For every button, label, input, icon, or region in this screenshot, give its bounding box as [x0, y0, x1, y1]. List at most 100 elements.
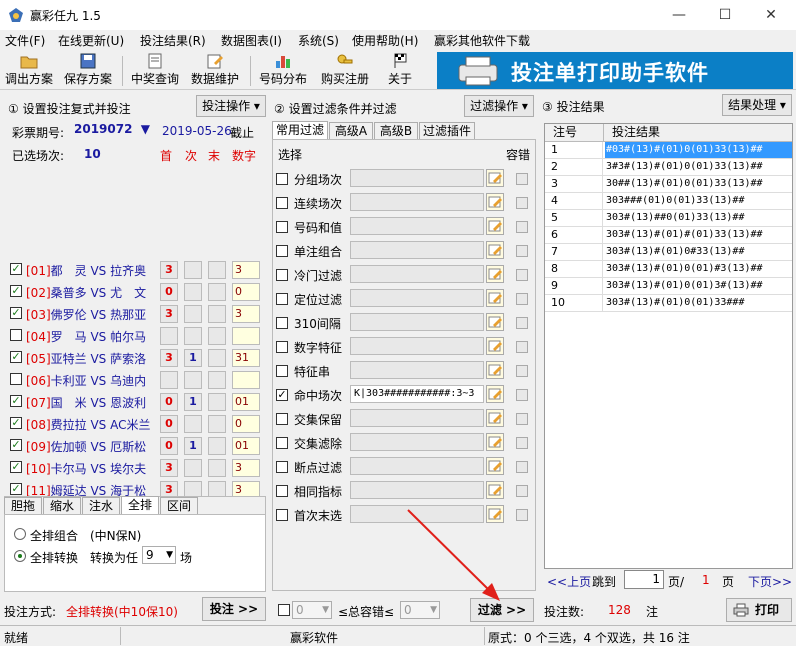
- second-choice-cell[interactable]: 1: [184, 393, 202, 411]
- tolerance-min-select[interactable]: 0 ▼: [292, 601, 332, 619]
- match-number-input[interactable]: 3: [232, 261, 260, 279]
- match-number-input[interactable]: 0: [232, 415, 260, 433]
- match-checkbox[interactable]: ✓: [10, 351, 22, 363]
- filter-edit-button[interactable]: [486, 217, 504, 235]
- filter-tolerance-checkbox[interactable]: [516, 389, 528, 401]
- filter-checkbox[interactable]: [276, 221, 288, 233]
- match-number-input[interactable]: 0: [232, 283, 260, 301]
- match-checkbox[interactable]: [10, 329, 22, 341]
- first-choice-cell[interactable]: 0: [160, 393, 178, 411]
- filter-checkbox[interactable]: [276, 341, 288, 353]
- tab-common-filter[interactable]: 常用过滤: [272, 121, 328, 140]
- filter-condition-field[interactable]: [350, 337, 484, 355]
- load-scheme-button[interactable]: 调出方案: [3, 52, 55, 88]
- first-choice-cell[interactable]: [160, 327, 178, 345]
- print-assistant-banner[interactable]: 投注单打印助手软件: [437, 52, 793, 89]
- filter-edit-button[interactable]: [486, 265, 504, 283]
- last-choice-cell[interactable]: [208, 415, 226, 433]
- result-row[interactable]: 3 30##(13)#(01)0(01)33(13)##: [545, 176, 792, 193]
- bet-button[interactable]: 投注 >>: [202, 597, 266, 621]
- match-checkbox[interactable]: ✓: [10, 417, 22, 429]
- tab-suoshui[interactable]: 缩水: [43, 497, 81, 514]
- menu-system[interactable]: 系统(S): [298, 32, 339, 49]
- second-choice-cell[interactable]: [184, 327, 202, 345]
- tab-qujian[interactable]: 区间: [160, 497, 198, 514]
- last-choice-cell[interactable]: [208, 305, 226, 323]
- filter-condition-field[interactable]: [350, 409, 484, 427]
- result-row[interactable]: 6 303#(13)#(01)#(01)33(13)##: [545, 227, 792, 244]
- filter-checkbox[interactable]: [276, 197, 288, 209]
- filter-edit-button[interactable]: [486, 313, 504, 331]
- result-row[interactable]: 10 303#(13)#(01)0(01)33###: [545, 295, 792, 312]
- filter-condition-field[interactable]: [350, 433, 484, 451]
- data-maintenance-button[interactable]: 数据维护: [188, 52, 242, 88]
- filter-tolerance-checkbox[interactable]: [516, 365, 528, 377]
- result-row[interactable]: 5 303#(13)##0(01)33(13)##: [545, 210, 792, 227]
- second-choice-cell[interactable]: [184, 261, 202, 279]
- tab-advanced-b[interactable]: 高级B: [374, 122, 418, 139]
- filter-tolerance-checkbox[interactable]: [516, 173, 528, 185]
- last-choice-cell[interactable]: [208, 261, 226, 279]
- filter-edit-button[interactable]: [486, 409, 504, 427]
- result-row[interactable]: 2 3#3#(13)#(01)0(01)33(13)##: [545, 159, 792, 176]
- second-choice-cell[interactable]: [184, 305, 202, 323]
- last-choice-cell[interactable]: [208, 459, 226, 477]
- filter-edit-button[interactable]: [486, 361, 504, 379]
- match-checkbox[interactable]: ✓: [10, 307, 22, 319]
- filter-tolerance-checkbox[interactable]: [516, 461, 528, 473]
- menu-results[interactable]: 投注结果(R): [140, 32, 206, 49]
- filter-checkbox[interactable]: [276, 317, 288, 329]
- filter-tolerance-checkbox[interactable]: [516, 293, 528, 305]
- save-scheme-button[interactable]: 保存方案: [62, 52, 114, 88]
- result-table[interactable]: 注号 投注结果 1 #03#(13)#(01)0(01)33(13)## 2 3…: [544, 123, 793, 569]
- next-page-link[interactable]: 下页>>: [748, 573, 792, 590]
- filter-condition-field[interactable]: [350, 313, 484, 331]
- filter-tolerance-checkbox[interactable]: [516, 197, 528, 209]
- filter-checkbox[interactable]: [276, 485, 288, 497]
- page-input[interactable]: 1: [624, 570, 664, 589]
- filter-checkbox[interactable]: [276, 173, 288, 185]
- filter-condition-field[interactable]: [350, 169, 484, 187]
- filter-tolerance-checkbox[interactable]: [516, 221, 528, 233]
- match-checkbox[interactable]: ✓: [10, 483, 22, 495]
- second-choice-cell[interactable]: [184, 459, 202, 477]
- filter-tolerance-checkbox[interactable]: [516, 317, 528, 329]
- filter-checkbox[interactable]: [276, 509, 288, 521]
- tab-advanced-a[interactable]: 高级A: [329, 122, 373, 139]
- tab-quanpai[interactable]: 全排: [121, 496, 159, 515]
- filter-condition-field[interactable]: [350, 193, 484, 211]
- bet-operation-button[interactable]: 投注操作 ▾: [196, 95, 266, 117]
- filter-condition-field[interactable]: [350, 361, 484, 379]
- menu-file[interactable]: 文件(F): [5, 32, 45, 49]
- filter-checkbox[interactable]: [276, 461, 288, 473]
- result-operation-button[interactable]: 结果处理 ▾: [722, 94, 792, 116]
- second-choice-cell[interactable]: 1: [184, 349, 202, 367]
- register-button[interactable]: 购买注册: [318, 52, 372, 88]
- second-choice-cell[interactable]: [184, 371, 202, 389]
- filter-checkbox[interactable]: [276, 413, 288, 425]
- match-number-input[interactable]: [232, 371, 260, 389]
- last-choice-cell[interactable]: [208, 371, 226, 389]
- filter-condition-field[interactable]: [350, 265, 484, 283]
- match-number-input[interactable]: [232, 327, 260, 345]
- filter-edit-button[interactable]: [486, 385, 504, 403]
- filter-checkbox[interactable]: ✓: [276, 389, 288, 401]
- result-row[interactable]: 4 303###(01)0(01)33(13)##: [545, 193, 792, 210]
- filter-edit-button[interactable]: [486, 289, 504, 307]
- filter-edit-button[interactable]: [486, 337, 504, 355]
- filter-checkbox[interactable]: [276, 437, 288, 449]
- filter-tolerance-checkbox[interactable]: [516, 341, 528, 353]
- tab-dantuo[interactable]: 胆拖: [4, 497, 42, 514]
- second-choice-cell[interactable]: 1: [184, 437, 202, 455]
- first-choice-cell[interactable]: 3: [160, 459, 178, 477]
- filter-checkbox[interactable]: [276, 293, 288, 305]
- filter-tolerance-checkbox[interactable]: [516, 485, 528, 497]
- match-checkbox[interactable]: ✓: [10, 395, 22, 407]
- match-checkbox[interactable]: ✓: [10, 439, 22, 451]
- filter-edit-button[interactable]: [486, 457, 504, 475]
- first-choice-cell[interactable]: [160, 371, 178, 389]
- filter-condition-field[interactable]: [350, 289, 484, 307]
- filter-tolerance-checkbox[interactable]: [516, 245, 528, 257]
- convert-select[interactable]: 9 ▼: [142, 546, 176, 564]
- second-choice-cell[interactable]: [184, 283, 202, 301]
